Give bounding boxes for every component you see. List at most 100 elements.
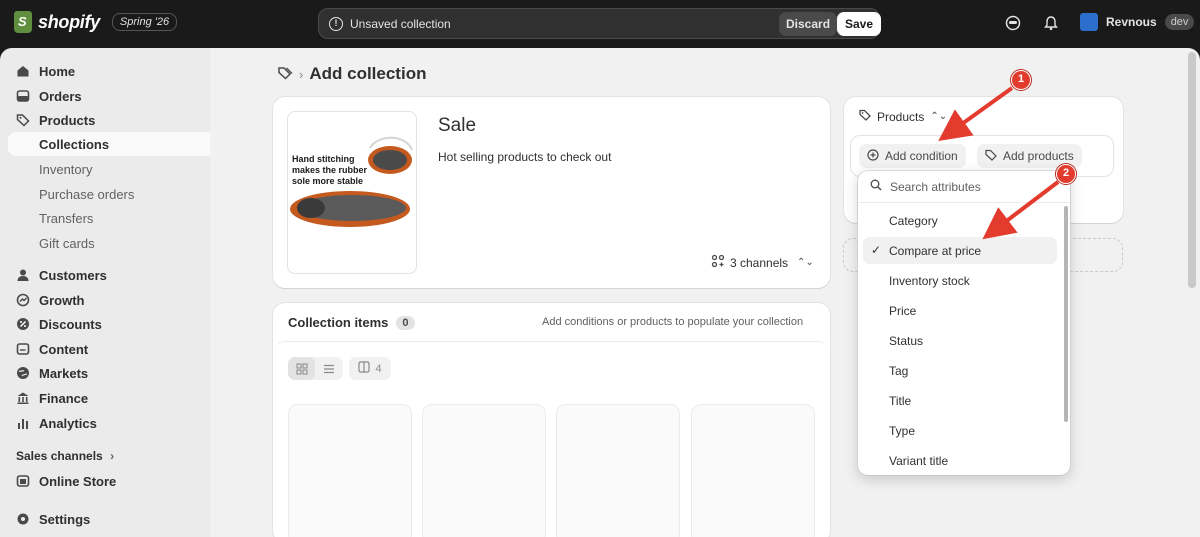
collection-items-heading: Collection items 0 <box>288 315 415 330</box>
annotation-marker-2: 2 <box>1056 164 1076 184</box>
attribute-option-inventory-stock[interactable]: Inventory stock <box>863 267 1057 294</box>
collection-title[interactable]: Sale <box>438 115 476 137</box>
edition-badge: Spring '26 <box>111 13 178 31</box>
tag-icon <box>16 113 30 127</box>
sidebar-item-label: Customers <box>39 267 107 283</box>
sidebar-item-label: Transfers <box>39 210 94 226</box>
channels-selector[interactable]: 3 channels ⌃⌄ <box>711 254 814 271</box>
sidebar-item-label: Finance <box>39 390 89 406</box>
product-placeholder <box>422 404 546 537</box>
sidebar-item-label: Home <box>39 63 76 79</box>
option-label: Compare at price <box>889 243 982 258</box>
option-label: Variant title <box>889 453 949 468</box>
sidebar-item-label: Markets <box>39 365 89 381</box>
brand-name: shopify <box>38 11 100 32</box>
collection-image[interactable]: Hand stitching makes the rubber sole mor… <box>287 111 417 274</box>
store-front-icon <box>16 474 30 488</box>
view-toggle <box>288 357 343 380</box>
home-icon <box>16 64 30 78</box>
collection-items-title: Collection items <box>288 315 389 330</box>
orders-icon <box>16 89 30 103</box>
store-icon[interactable] <box>1005 15 1021 31</box>
shopify-logo[interactable]: shopify Spring '26 <box>14 11 178 33</box>
list-view-icon[interactable] <box>315 357 342 380</box>
option-label: Price <box>889 303 917 318</box>
tag-icon <box>859 109 871 124</box>
product-placeholder <box>691 404 815 537</box>
dropdown-scrollbar[interactable] <box>1064 206 1068 422</box>
sidebar-item-label: Purchase orders <box>39 186 135 202</box>
attribute-option-variant-title[interactable]: Variant title <box>863 447 1057 474</box>
product-placeholder <box>288 404 412 537</box>
sidebar-item-label: Online Store <box>39 473 117 489</box>
attribute-option-category[interactable]: Category <box>863 207 1057 234</box>
attribute-option-tag[interactable]: Tag <box>863 357 1057 384</box>
attribute-option-price[interactable]: Price <box>863 297 1057 324</box>
columns-button[interactable]: 4 <box>349 357 391 380</box>
sidebar-item-label: Discounts <box>39 316 102 332</box>
add-condition-button[interactable]: Add condition <box>859 144 966 168</box>
sidebar-item-label: Settings <box>39 511 91 527</box>
unsaved-changes-bar: ! Unsaved collection Discard Save <box>318 8 882 39</box>
collections-tag-icon[interactable] <box>277 66 293 83</box>
items-hint: Add conditions or products to populate y… <box>542 316 804 328</box>
sales-channels-heading[interactable]: Sales channels › <box>16 449 114 463</box>
shoe-sole-image <box>290 136 413 227</box>
grid-view-icon[interactable] <box>288 357 315 380</box>
attribute-option-status[interactable]: Status <box>863 327 1057 354</box>
page-scrollbar[interactable] <box>1188 52 1196 288</box>
columns-icon <box>358 361 371 376</box>
page-title: Add collection <box>309 64 427 83</box>
add-products-label: Add products <box>1003 149 1074 163</box>
bell-icon[interactable] <box>1043 15 1059 31</box>
products-label: Products <box>877 109 925 124</box>
top-bar: shopify Spring '26 ! Unsaved collection … <box>0 0 1200 48</box>
growth-icon <box>16 293 30 307</box>
selector-chevron-icon: ⌃⌄ <box>930 111 948 122</box>
user-menu[interactable]: Revnous dev <box>1080 13 1195 31</box>
channels-icon <box>711 254 725 271</box>
discount-icon <box>16 317 30 331</box>
user-name: Revnous <box>1106 15 1157 29</box>
sales-channels-label: Sales channels <box>16 449 103 463</box>
attribute-option-compare-at-price[interactable]: ✓ Compare at price <box>863 237 1057 264</box>
selector-chevron-icon: ⌃⌄ <box>797 257 814 268</box>
chart-icon <box>16 416 30 430</box>
save-button[interactable]: Save <box>837 12 882 36</box>
checkmark-icon: ✓ <box>871 243 882 257</box>
sidebar-item-label: Collections <box>39 136 110 152</box>
gear-icon <box>16 512 30 526</box>
attribute-search <box>858 171 1070 203</box>
sidebar-item-label: Inventory <box>39 161 93 177</box>
product-placeholder <box>556 404 680 537</box>
sidebar-item-label: Products <box>39 112 96 128</box>
dev-badge: dev <box>1164 14 1195 30</box>
chevron-right-icon: › <box>299 66 304 82</box>
attribute-option-title[interactable]: Title <box>863 387 1057 414</box>
breadcrumb: › Add collection <box>277 64 426 84</box>
sidebar-item-label: Growth <box>39 292 85 308</box>
sidebar-item-label: Orders <box>39 88 82 104</box>
attribute-dropdown: Category ✓ Compare at price Inventory st… <box>858 171 1070 475</box>
items-count-badge: 0 <box>396 315 415 330</box>
content-icon <box>16 342 30 356</box>
products-selector[interactable]: Products ⌃⌄ <box>859 109 947 124</box>
option-label: Category <box>889 213 938 228</box>
globe-icon <box>16 366 30 380</box>
channels-label: 3 channels <box>730 255 789 270</box>
alert-circle-icon: ! <box>329 17 343 31</box>
discard-button[interactable]: Discard <box>779 12 838 36</box>
attribute-option-type[interactable]: Type <box>863 417 1057 444</box>
sidebar-item-label: Content <box>39 341 89 357</box>
avatar <box>1080 13 1098 31</box>
plus-circle-icon <box>867 148 879 164</box>
search-icon <box>870 179 882 194</box>
bank-icon <box>16 391 30 405</box>
annotation-marker-1: 1 <box>1011 70 1031 90</box>
column-count: 4 <box>375 362 382 375</box>
collection-description[interactable]: Hot selling products to check out <box>438 150 611 164</box>
person-icon <box>16 268 30 282</box>
option-label: Title <box>889 393 912 408</box>
option-label: Type <box>889 423 916 438</box>
search-attributes-input[interactable] <box>890 179 1050 194</box>
